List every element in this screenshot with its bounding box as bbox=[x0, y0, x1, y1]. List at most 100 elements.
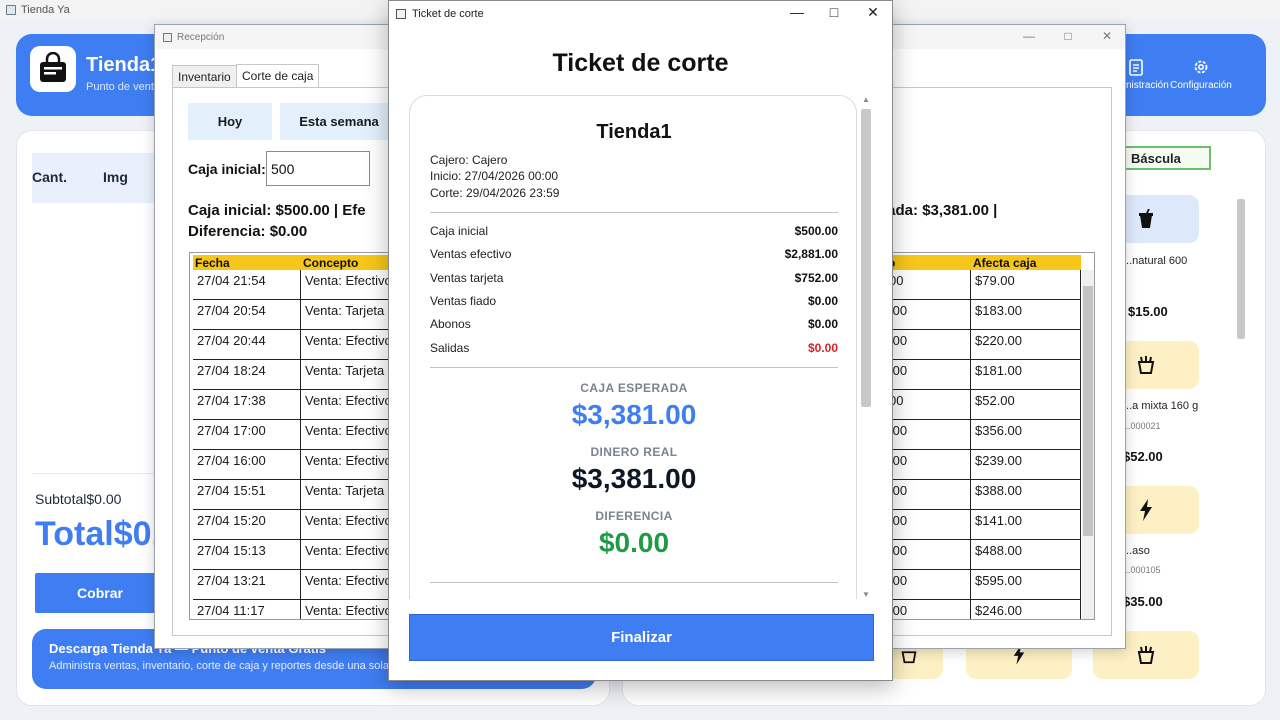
maximize-icon[interactable]: □ bbox=[819, 4, 849, 20]
cell-afecta: $141.00 bbox=[971, 510, 1081, 540]
ticket-card: Tienda1 Cajero: Cajero Inicio: 27/04/202… bbox=[409, 95, 857, 599]
ticket-item-value: $0.00 bbox=[807, 317, 838, 332]
window-icon bbox=[6, 5, 16, 15]
minimize-icon[interactable]: — bbox=[1019, 29, 1039, 43]
finalizar-button[interactable]: Finalizar bbox=[409, 614, 874, 661]
ticket-item-label: Caja inicial bbox=[430, 224, 489, 238]
scrollbar-thumb[interactable] bbox=[1083, 286, 1093, 536]
ticket-item-value: $0.00 bbox=[807, 293, 838, 308]
ticket-item-label: Ventas fiado bbox=[430, 293, 497, 308]
cell-monto: 00 bbox=[885, 270, 971, 300]
scrollbar-thumb[interactable] bbox=[861, 109, 871, 407]
minimize-icon[interactable]: — bbox=[782, 4, 812, 20]
ticket-item: Salidas $0.00 bbox=[430, 341, 838, 355]
subtotal-label: Subtotal bbox=[35, 491, 87, 507]
configuracion-button[interactable]: Configuración bbox=[1166, 58, 1236, 91]
scroll-down-icon[interactable]: ▼ bbox=[862, 590, 870, 599]
cell-fecha: 27/04 21:54 bbox=[193, 270, 301, 300]
summary-line-2: Diferencia: $0.00 bbox=[188, 223, 308, 240]
clipboard-icon bbox=[1129, 59, 1143, 76]
recepcion-title: Recepción bbox=[177, 31, 225, 43]
cell-fecha: 27/04 15:51 bbox=[193, 480, 301, 510]
divider bbox=[430, 212, 838, 213]
ticket-inicio: Inicio: 27/04/2026 00:00 bbox=[430, 169, 559, 183]
ticket-corte: Corte: 29/04/2026 23:59 bbox=[430, 186, 560, 200]
cell-fecha: 27/04 18:24 bbox=[193, 360, 301, 390]
subtotal: Subtotal$0.00 bbox=[35, 491, 121, 507]
cell-monto: .00 bbox=[885, 360, 971, 390]
cobrar-button[interactable]: Cobrar bbox=[35, 573, 165, 613]
tab-corte-de-caja[interactable]: Corte de caja bbox=[236, 64, 320, 87]
caja-inicial-label: Caja inicial: bbox=[188, 161, 266, 177]
cell-monto: .00 bbox=[885, 570, 971, 600]
snack-icon bbox=[1137, 356, 1155, 374]
total: Total$0. bbox=[35, 515, 161, 554]
lightning-icon bbox=[1140, 499, 1152, 521]
cell-monto: .00 bbox=[885, 450, 971, 480]
scrollbar-thumb[interactable] bbox=[1237, 199, 1245, 339]
ticket-item: Ventas tarjeta $752.00 bbox=[430, 271, 838, 285]
cell-fecha: 27/04 20:44 bbox=[193, 330, 301, 360]
cell-afecta: $181.00 bbox=[971, 360, 1081, 390]
cell-afecta: $595.00 bbox=[971, 570, 1081, 600]
table-scrollbar[interactable] bbox=[1082, 270, 1094, 619]
configuracion-label: Configuración bbox=[1170, 80, 1232, 91]
ticket-scrollbar[interactable]: ▲ ▼ bbox=[860, 95, 872, 599]
ticket-item: Abonos $0.00 bbox=[430, 317, 838, 331]
ticket-item-value: $0.00 bbox=[807, 340, 838, 355]
product-name: ...natural 600 bbox=[1123, 255, 1188, 267]
caja-esperada-label: CAJA ESPERADA bbox=[580, 381, 688, 395]
cell-monto: .00 bbox=[885, 300, 971, 330]
cell-fecha: 27/04 15:13 bbox=[193, 540, 301, 570]
promo-subtitle: Administra ventas, inventario, corte de … bbox=[49, 660, 414, 672]
close-icon[interactable]: ✕ bbox=[1097, 29, 1117, 43]
cell-fecha: 27/04 20:54 bbox=[193, 300, 301, 330]
brand-name: Tienda1 bbox=[86, 54, 162, 76]
product-price: $35.00 bbox=[1123, 594, 1163, 609]
period-hoy-button[interactable]: Hoy bbox=[188, 103, 272, 140]
col-fecha: Fecha bbox=[195, 256, 230, 270]
scroll-up-icon[interactable]: ▲ bbox=[862, 95, 870, 104]
divider bbox=[430, 367, 838, 368]
window-icon bbox=[396, 9, 406, 19]
ticket-item: Ventas fiado $0.00 bbox=[430, 294, 838, 308]
ticket-item: Ventas efectivo $2,881.00 bbox=[430, 247, 838, 261]
products-scrollbar[interactable] bbox=[1235, 187, 1245, 687]
ticket-item-value: $2,881.00 bbox=[784, 247, 838, 262]
diferencia-label: DIFERENCIA bbox=[595, 509, 673, 523]
cell-monto: .00 bbox=[885, 600, 971, 619]
cup-icon bbox=[1139, 209, 1153, 228]
cell-afecta: $488.00 bbox=[971, 540, 1081, 570]
cell-fecha: 27/04 17:38 bbox=[193, 390, 301, 420]
product-name: ...a mixta 160 g bbox=[1123, 400, 1199, 412]
ticket-window: Ticket de corte — □ ✕ Ticket de corte Ti… bbox=[388, 0, 893, 681]
cell-afecta: $52.00 bbox=[971, 390, 1081, 420]
caja-inicial-input[interactable] bbox=[266, 151, 370, 186]
col-concepto: Concepto bbox=[303, 256, 359, 270]
bascula-button[interactable]: Báscula bbox=[1121, 146, 1211, 170]
product-code: ...000021 bbox=[1123, 421, 1161, 431]
ticket-heading: Ticket de corte bbox=[552, 49, 729, 77]
cell-afecta: $239.00 bbox=[971, 450, 1081, 480]
bascula-label: Báscula bbox=[1131, 150, 1181, 166]
ticket-item: Caja inicial $500.00 bbox=[430, 224, 838, 238]
ticket-item-value: $500.00 bbox=[794, 224, 838, 238]
summary-line-1: Caja inicial: $500.00 | Efe bbox=[188, 202, 366, 219]
total-label: Total bbox=[35, 515, 114, 553]
product-code: ...000105 bbox=[1123, 565, 1161, 575]
tab-inventario[interactable]: Inventario bbox=[172, 65, 237, 87]
dinero-real-label: DINERO REAL bbox=[590, 445, 678, 459]
ticket-item-label: Ventas efectivo bbox=[430, 247, 512, 262]
period-esta-semana-button[interactable]: Esta semana bbox=[280, 103, 398, 140]
col-qty: Cant. bbox=[32, 169, 67, 185]
close-icon[interactable]: ✕ bbox=[858, 4, 888, 21]
maximize-icon[interactable]: □ bbox=[1058, 29, 1078, 43]
cell-monto: .00 bbox=[885, 540, 971, 570]
ticket-cajero: Cajero: Cajero bbox=[430, 153, 508, 167]
diferencia-value: $0.00 bbox=[598, 527, 670, 558]
col-afecta-caja: Afecta caja bbox=[973, 256, 1037, 270]
caja-esperada-value: $3,381.00 bbox=[571, 399, 697, 430]
cell-afecta: $356.00 bbox=[971, 420, 1081, 450]
subtotal-value: $0.00 bbox=[86, 491, 122, 507]
cell-afecta: $220.00 bbox=[971, 330, 1081, 360]
